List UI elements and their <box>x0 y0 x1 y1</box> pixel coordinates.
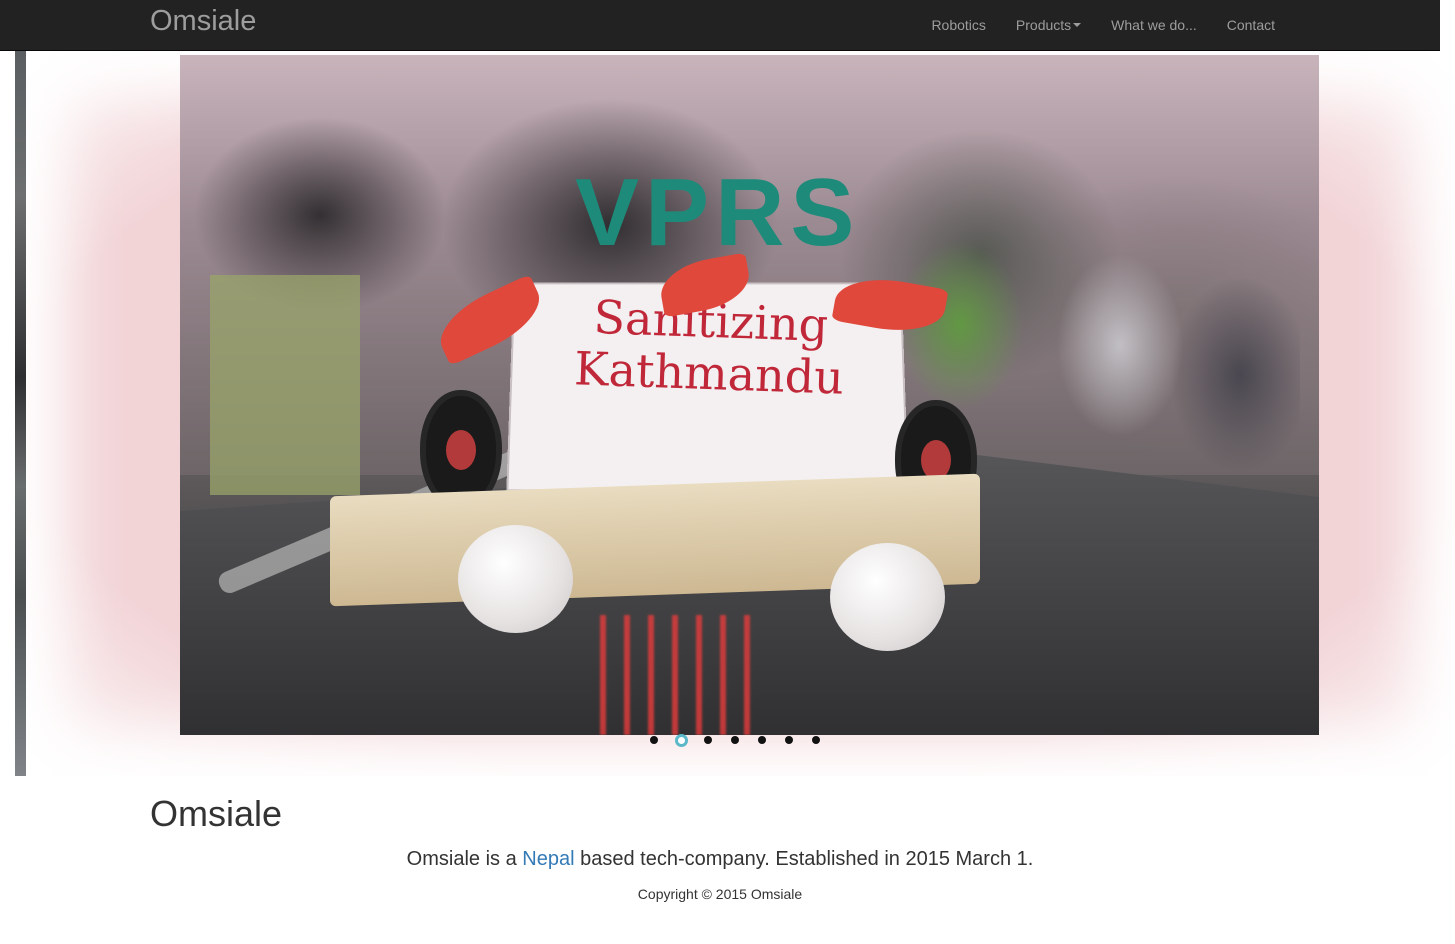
carousel-indicator-5[interactable] <box>749 733 776 747</box>
previous-slide-peek[interactable] <box>15 51 26 776</box>
caret-down-icon <box>1073 23 1082 27</box>
slide-bin <box>210 275 360 495</box>
page-title: Omsiale <box>150 793 283 834</box>
carousel-indicator-3[interactable] <box>695 733 722 747</box>
nav-item-robotics[interactable]: Robotics <box>916 0 1000 50</box>
hero-carousel: VPRS Sanitizing Kathmandu <box>15 51 1455 776</box>
carousel-indicator-7[interactable] <box>803 733 830 747</box>
nepal-link[interactable]: Nepal <box>522 848 574 870</box>
carousel-indicator-4[interactable] <box>722 733 749 747</box>
carousel-indicator-1[interactable] <box>641 733 668 747</box>
carousel-indicators <box>15 733 1455 747</box>
carousel-indicator-2-active[interactable] <box>668 733 695 747</box>
brand-logo-link[interactable]: Omsiale <box>150 4 256 38</box>
slide-robot-ball-right <box>830 543 945 651</box>
slide-robot-ball-left <box>458 525 573 633</box>
carousel-indicator-6[interactable] <box>776 733 803 747</box>
nav-item-what-we-do[interactable]: What we do... <box>1096 0 1212 50</box>
nav-item-products-label: Products <box>1015 17 1072 33</box>
slide-team-banner: VPRS <box>575 159 861 266</box>
footer-copyright: Copyright © 2015 Omsiale <box>637 886 803 902</box>
slide-led-reflection <box>600 615 750 735</box>
nav-item-products[interactable]: Products <box>1001 0 1096 50</box>
top-navbar: Omsiale Robotics Products What we do... … <box>0 0 1440 51</box>
nav-menu: Robotics Products What we do... Contact <box>916 0 1290 50</box>
carousel-slide-image[interactable]: VPRS Sanitizing Kathmandu <box>180 55 1319 735</box>
company-intro: Omsiale is a Nepal based tech-company. E… <box>0 845 1440 873</box>
nav-item-contact[interactable]: Contact <box>1212 0 1290 50</box>
company-intro-prefix: Omsiale is a <box>406 848 517 870</box>
company-intro-suffix: based tech-company. Established in 2015 … <box>580 848 1034 870</box>
